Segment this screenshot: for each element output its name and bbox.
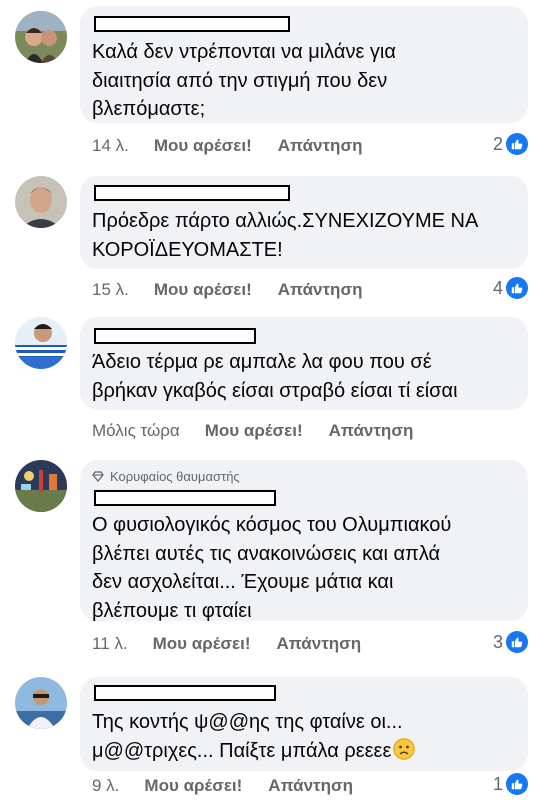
comment-text: Καλά δεν ντρέπονται να μιλάνε για διαιτη…: [92, 41, 396, 120]
redacted-author-name: [94, 685, 276, 701]
comment-text: Ο φυσιολογικός κόσμος του Ολυμπιακού βλέ…: [92, 514, 452, 622]
reaction-count-value: 3: [492, 631, 503, 652]
thumbs-up-icon: [506, 773, 528, 795]
comment-time[interactable]: 14 λ.: [92, 136, 129, 156]
comment-text: Της κοντής ψ@@ης της φταίνε οι... μ@@τρι…: [92, 708, 520, 765]
reaction-count-value: 1: [492, 773, 503, 794]
comment-actions: 9 λ. Μου αρέσει! Απάντηση: [92, 773, 353, 799]
reaction-count[interactable]: 2: [493, 133, 528, 155]
reaction-count[interactable]: 3: [493, 631, 528, 653]
comment-text-body: Της κοντής ψ@@ης της φταίνε οι... μ@@τρι…: [92, 711, 403, 762]
comment-text: Πρόεδρε πάρτο αλλιώς.ΣΥΝΕΧΙΖΟΥΜΕ ΝΑ ΚΟΡΟ…: [92, 210, 479, 261]
thumbs-up-icon: [506, 631, 528, 653]
like-button[interactable]: Μου αρέσει!: [153, 634, 251, 654]
thumbs-up-icon: [506, 277, 528, 299]
reaction-count-value: 2: [492, 133, 503, 154]
comment-actions: 14 λ. Μου αρέσει! Απάντηση: [92, 133, 362, 159]
avatar[interactable]: [15, 460, 67, 512]
comment-actions: Μόλις τώρα Μου αρέσει! Απάντηση: [92, 418, 413, 444]
comment-time[interactable]: 9 λ.: [92, 776, 119, 796]
avatar[interactable]: [15, 11, 67, 63]
comment-actions: 11 λ. Μου αρέσει! Απάντηση: [92, 631, 361, 657]
comment-time[interactable]: Μόλις τώρα: [92, 421, 180, 441]
reaction-count[interactable]: 1: [493, 773, 528, 795]
like-button[interactable]: Μου αρέσει!: [205, 421, 303, 441]
slightly-frowning-face-emoji: [393, 737, 416, 760]
avatar[interactable]: [15, 677, 67, 729]
avatar[interactable]: [15, 176, 67, 228]
reply-button[interactable]: Απάντηση: [329, 421, 414, 441]
reply-button[interactable]: Απάντηση: [278, 280, 363, 300]
comment-text: Άδειο τέρμα ρε αμπαλε λα φου που σέ βρήκ…: [92, 351, 458, 402]
redacted-author-name: [94, 490, 276, 506]
comment-bubble: Πρόεδρε πάρτο αλλιώς.ΣΥΝΕΧΙΖΟΥΜΕ ΝΑ ΚΟΡΟ…: [80, 176, 528, 269]
reply-button[interactable]: Απάντηση: [268, 776, 353, 796]
like-button[interactable]: Μου αρέσει!: [154, 136, 252, 156]
reaction-count-value: 4: [492, 277, 503, 298]
comment-time[interactable]: 15 λ.: [92, 280, 129, 300]
redacted-author-name: [94, 185, 290, 201]
reply-button[interactable]: Απάντηση: [276, 634, 361, 654]
comment-bubble: Άδειο τέρμα ρε αμπαλε λα φου που σέ βρήκ…: [80, 317, 528, 410]
reaction-count[interactable]: 4: [493, 277, 528, 299]
redacted-author-name: [94, 16, 290, 32]
thumbs-up-icon: [506, 133, 528, 155]
comment-time[interactable]: 11 λ.: [92, 634, 128, 654]
top-fan-badge: Κορυφαίος θαυμαστής: [92, 469, 240, 484]
comment-bubble: Καλά δεν ντρέπονται να μιλάνε για διαιτη…: [80, 6, 528, 123]
like-button[interactable]: Μου αρέσει!: [154, 280, 252, 300]
comment-bubble: Της κοντής ψ@@ης της φταίνε οι... μ@@τρι…: [80, 677, 528, 771]
redacted-author-name: [94, 328, 256, 344]
top-fan-label: Κορυφαίος θαυμαστής: [110, 469, 240, 484]
comment-bubble: Κορυφαίος θαυμαστής Ο φυσιολογικός κόσμο…: [80, 460, 528, 622]
avatar[interactable]: [15, 317, 67, 369]
comment-actions: 15 λ. Μου αρέσει! Απάντηση: [92, 277, 362, 303]
diamond-icon: [92, 471, 104, 482]
like-button[interactable]: Μου αρέσει!: [144, 776, 242, 796]
reply-button[interactable]: Απάντηση: [278, 136, 363, 156]
